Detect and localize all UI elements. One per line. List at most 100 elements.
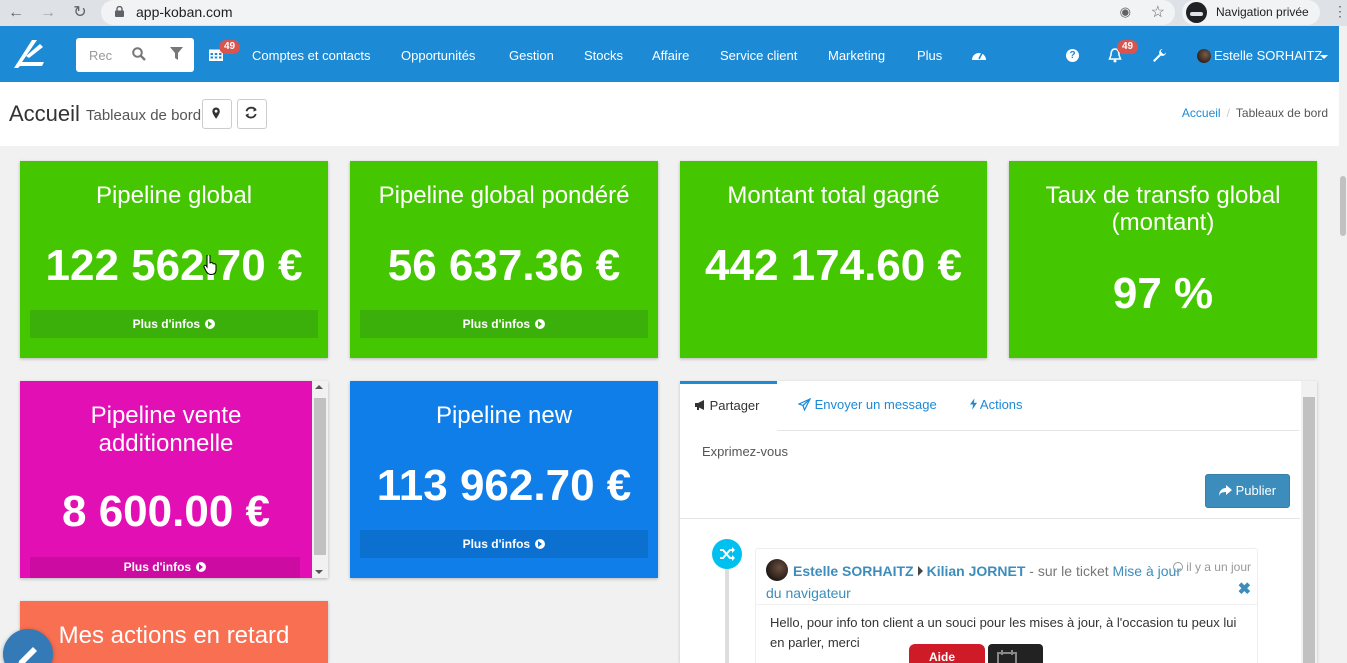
scroll-up-arrow-icon[interactable] <box>315 385 323 389</box>
more-info-label: Plus d'infos <box>132 317 201 331</box>
refresh-button[interactable] <box>237 99 267 129</box>
breadcrumb-home[interactable]: Accueil <box>1182 106 1221 120</box>
nav-comptes-contacts[interactable]: Comptes et contacts <box>252 48 371 63</box>
search-input[interactable]: Rec <box>89 48 112 63</box>
clock-icon <box>1173 562 1184 572</box>
nav-marketing[interactable]: Marketing <box>828 48 885 63</box>
page-subtitle: Tableaux de bord <box>86 107 202 124</box>
location-button[interactable] <box>202 99 232 129</box>
nav-gestion[interactable]: Gestion <box>509 48 554 63</box>
url-text: app-koban.com <box>136 4 233 20</box>
card-pipeline-global-pondere[interactable]: Pipeline global pondéré 56 637.36 € Plus… <box>350 161 658 358</box>
back-arrow-icon[interactable]: ← <box>6 3 26 23</box>
pencil-icon <box>18 647 37 663</box>
card-title-line1: Pipeline vente <box>90 402 242 429</box>
post-target[interactable]: Kilian JORNET <box>927 563 1026 579</box>
edit-fab-button[interactable] <box>3 629 53 663</box>
bullhorn-icon <box>695 400 704 410</box>
search-box[interactable]: Rec <box>76 38 194 72</box>
tab-actions-label: Actions <box>979 397 1023 412</box>
private-mode-indicator[interactable]: Navigation privée <box>1182 0 1320 25</box>
card-pipeline-new[interactable]: Pipeline new 113 962.70 € Plus d'infos <box>350 381 658 578</box>
card-title: Pipeline global pondéré <box>378 182 630 209</box>
help-button[interactable]: Aide <box>909 644 985 663</box>
arrow-circle-right-icon <box>205 319 216 329</box>
reload-icon[interactable]: ↻ <box>70 3 90 23</box>
calendar-widget-button[interactable] <box>988 644 1043 663</box>
card-montant-total-gagne[interactable]: Montant total gagné 442 174.60 € <box>680 161 987 358</box>
nav-stocks[interactable]: Stocks <box>584 48 623 63</box>
koban-logo-icon[interactable] <box>10 38 46 70</box>
user-menu[interactable]: Estelle SORHAITZ <box>1214 48 1322 63</box>
incognito-icon <box>1186 2 1207 23</box>
arrow-circle-right-icon <box>535 319 546 329</box>
panel-scroll-thumb[interactable] <box>1303 397 1315 663</box>
post-time-text: il y a un jour <box>1186 560 1251 574</box>
paper-plane-icon <box>797 397 812 412</box>
breadcrumb-separator: / <box>1226 106 1230 120</box>
card-value: 113 962.70 € <box>376 461 632 510</box>
arrow-circle-right-icon <box>196 562 207 572</box>
more-info-link[interactable]: Plus d'infos <box>360 310 648 338</box>
nav-affaire[interactable]: Affaire <box>652 48 689 63</box>
filter-icon[interactable] <box>170 47 183 61</box>
notifications-badge: 49 <box>1117 40 1139 54</box>
nav-plus[interactable]: Plus <box>917 48 942 63</box>
post-author[interactable]: Estelle SORHAITZ <box>793 563 914 579</box>
card-value: 8 600.00 € <box>62 487 270 536</box>
user-avatar[interactable] <box>1197 49 1211 63</box>
card-value: 442 174.60 € <box>705 241 962 290</box>
page-header: Accueil Tableaux de bord Accueil / Tableau… <box>0 82 1347 146</box>
tab-partager[interactable]: Partager <box>680 381 777 431</box>
address-bar[interactable]: app-koban.com ◉ ☆ <box>101 0 1175 25</box>
card-title: Mes actions en retard <box>58 622 290 649</box>
eye-slash-icon[interactable]: ◉ <box>1120 4 1131 20</box>
nav-opportunites[interactable]: Opportunités <box>401 48 475 63</box>
chevron-down-icon[interactable] <box>1320 55 1328 59</box>
dashboard-gauge-icon[interactable] <box>971 49 987 61</box>
page-scrollbar[interactable] <box>1339 26 1347 663</box>
browser-bar: ← → ↻ app-koban.com ◉ ☆ Navigation privé… <box>0 0 1347 26</box>
page-scroll-thumb[interactable] <box>1340 176 1346 236</box>
browser-menu-icon[interactable]: ⋮ <box>1333 3 1347 20</box>
nav-service-client[interactable]: Service client <box>720 48 797 63</box>
tab-envoyer-message[interactable]: Envoyer un message <box>784 381 951 431</box>
post-connector: - sur le ticket <box>1025 563 1113 579</box>
share-input[interactable]: Exprimez-vous <box>702 444 788 459</box>
search-icon[interactable] <box>132 47 146 61</box>
publish-button[interactable]: Publier <box>1205 474 1290 508</box>
card-title: Pipeline new <box>435 402 573 429</box>
breadcrumb-current: Tableaux de bord <box>1235 106 1328 120</box>
close-icon[interactable]: ✖ <box>1238 582 1251 598</box>
help-icon[interactable]: ? <box>1066 49 1079 62</box>
arrow-circle-right-icon <box>535 539 546 549</box>
calendar-badge: 49 <box>219 40 241 54</box>
section-divider <box>680 518 1300 519</box>
bolt-icon <box>970 398 977 410</box>
more-info-link[interactable]: Plus d'infos <box>30 310 318 338</box>
forward-arrow-icon[interactable]: → <box>38 3 58 23</box>
card-mes-actions-en-retard[interactable]: Mes actions en retard <box>20 601 328 663</box>
card-title: Montant total gagné <box>727 182 940 209</box>
tab-actions[interactable]: Actions <box>956 381 1037 431</box>
panel-scrollbar[interactable] <box>1301 381 1317 663</box>
card-title-line2: additionnelle <box>98 430 234 457</box>
more-info-label: Plus d'infos <box>462 317 531 331</box>
caret-right-icon <box>917 566 923 576</box>
card-taux-transfo-global[interactable]: Taux de transfo global (montant) 97 % <box>1009 161 1317 358</box>
scroll-thumb[interactable] <box>314 398 326 555</box>
bookmark-star-icon[interactable]: ☆ <box>1151 2 1165 22</box>
card-pipeline-vente-additionnelle[interactable]: Pipeline vente additionnelle 8 600.00 € … <box>20 381 328 578</box>
page-title: Accueil <box>9 101 80 126</box>
wrench-icon[interactable] <box>1152 48 1167 63</box>
more-info-link[interactable]: Plus d'infos <box>360 530 648 558</box>
post-header: Estelle SORHAITZ Kilian JORNET - sur le t… <box>756 549 1257 605</box>
share-arrow-icon <box>1218 485 1232 496</box>
share-panel: Partager Envoyer un message Actions Expr… <box>680 381 1317 663</box>
card-pipeline-global[interactable]: Pipeline global 122 562.70 € Plus d'info… <box>20 161 328 358</box>
lock-icon <box>115 6 124 17</box>
card-scrollbar[interactable] <box>312 381 328 578</box>
more-info-link[interactable]: Plus d'infos <box>30 557 300 578</box>
scroll-down-arrow-icon[interactable] <box>315 570 323 574</box>
help-label: Aide <box>929 650 956 663</box>
